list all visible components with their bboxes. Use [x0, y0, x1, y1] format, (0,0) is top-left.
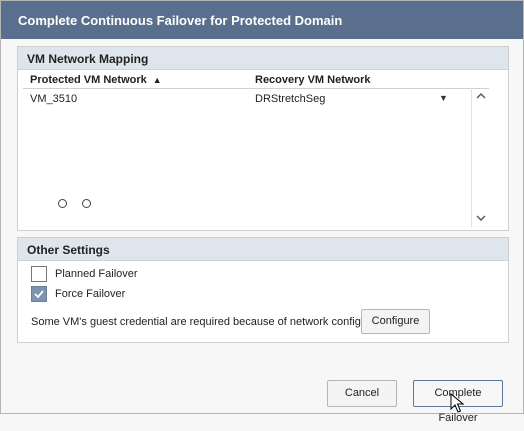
failover-dialog: Complete Continuous Failover for Protect… [0, 0, 524, 424]
section-header-other-settings: Other Settings [18, 238, 508, 261]
mapping-grid-header: Protected VM Network ▲ Recovery VM Networ… [23, 73, 489, 89]
credential-note: Some VM's guest credential are required … [31, 316, 398, 328]
chevron-down-icon[interactable] [476, 214, 486, 225]
column-header-protected-network[interactable]: Protected VM Network ▲ [30, 74, 162, 86]
mapping-grid-scrollbar[interactable] [471, 88, 490, 227]
recovery-network-dropdown[interactable]: DRStretchSeg [255, 93, 325, 105]
checkmark-icon [34, 290, 44, 299]
page-dot-2[interactable] [82, 199, 91, 208]
sort-ascending-icon[interactable]: ▲ [153, 75, 162, 85]
complete-failover-button[interactable]: Complete Failover [413, 380, 503, 424]
column-header-recovery-network[interactable]: Recovery VM Network [255, 74, 371, 86]
page-dot-1[interactable] [58, 199, 67, 208]
protected-network-cell: VM_3510 [30, 93, 78, 105]
section-header-network-mapping: VM Network Mapping [18, 47, 508, 70]
chevron-up-icon[interactable] [476, 91, 486, 102]
force-failover-label: Force Failover [55, 288, 126, 300]
configure-button[interactable]: Configure [361, 309, 430, 334]
planned-failover-label: Planned Failover [55, 268, 138, 280]
force-failover-checkbox[interactable] [31, 286, 47, 302]
table-row[interactable]: VM_3510 DRStretchSeg ▼ [23, 90, 471, 108]
vm-network-mapping-section: VM Network Mapping Protected VM Network ▲… [17, 46, 509, 231]
other-settings-section: Other Settings Planned Failover Force Fa… [17, 237, 509, 343]
section-title-network-mapping: VM Network Mapping [27, 52, 149, 66]
cancel-button[interactable]: Cancel [327, 380, 397, 407]
dialog-titlebar: Complete Continuous Failover for Protect… [1, 1, 523, 39]
dropdown-arrow-icon[interactable]: ▼ [439, 93, 448, 103]
section-title-other-settings: Other Settings [27, 243, 110, 257]
planned-failover-checkbox[interactable] [31, 266, 47, 282]
dialog-title: Complete Continuous Failover for Protect… [18, 13, 343, 28]
